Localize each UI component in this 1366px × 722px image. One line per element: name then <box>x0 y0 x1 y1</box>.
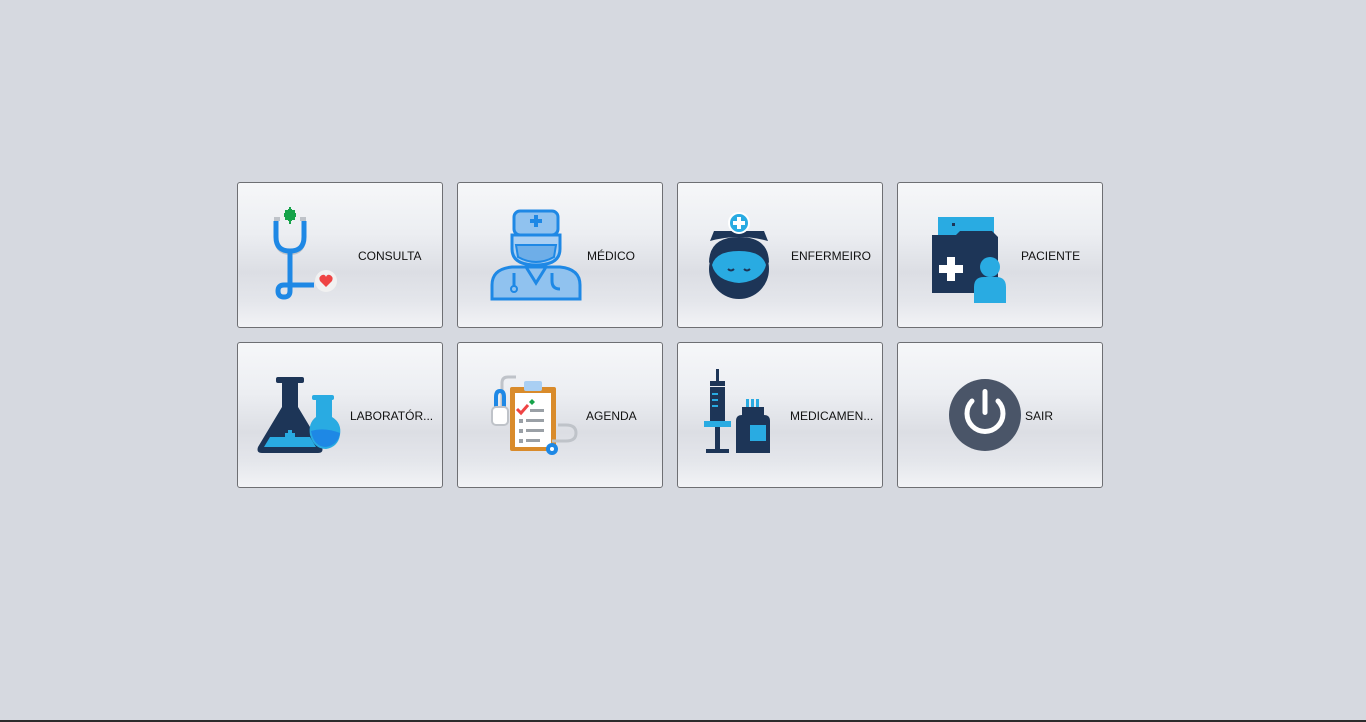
agenda-label: AGENDA <box>586 409 637 423</box>
main-menu-screen: CONSULTA MÉDICO ENFERMEIRO PACIENTE LABO… <box>0 0 1366 722</box>
sair-label: SAIR <box>1025 409 1054 423</box>
paciente-label: PACIENTE <box>1021 249 1081 263</box>
laboratorio-button[interactable]: LABORATÓR... <box>237 342 443 488</box>
medico-label: MÉDICO <box>587 249 635 263</box>
medicamentos-button[interactable]: MEDICAMEN... <box>677 342 883 488</box>
lab-flask-icon <box>254 367 354 463</box>
consulta-button[interactable]: CONSULTA <box>237 182 443 328</box>
patient-folder-icon <box>928 207 1028 303</box>
sair-button[interactable]: SAIR <box>897 342 1103 488</box>
nurse-icon <box>694 207 794 303</box>
enfermeiro-button[interactable]: ENFERMEIRO <box>677 182 883 328</box>
paciente-button[interactable]: PACIENTE <box>897 182 1103 328</box>
clipboard-icon <box>486 367 586 463</box>
medico-button[interactable]: MÉDICO <box>457 182 663 328</box>
medicamentos-label: MEDICAMEN... <box>790 409 874 423</box>
syringe-medicine-icon <box>698 367 798 463</box>
consulta-label: CONSULTA <box>358 249 422 263</box>
enfermeiro-label: ENFERMEIRO <box>791 249 872 263</box>
stethoscope-icon <box>258 207 358 303</box>
agenda-button[interactable]: AGENDA <box>457 342 663 488</box>
doctor-icon <box>486 207 586 303</box>
laboratorio-label: LABORATÓR... <box>350 409 434 423</box>
menu-grid: CONSULTA MÉDICO ENFERMEIRO PACIENTE LABO… <box>237 182 1103 488</box>
